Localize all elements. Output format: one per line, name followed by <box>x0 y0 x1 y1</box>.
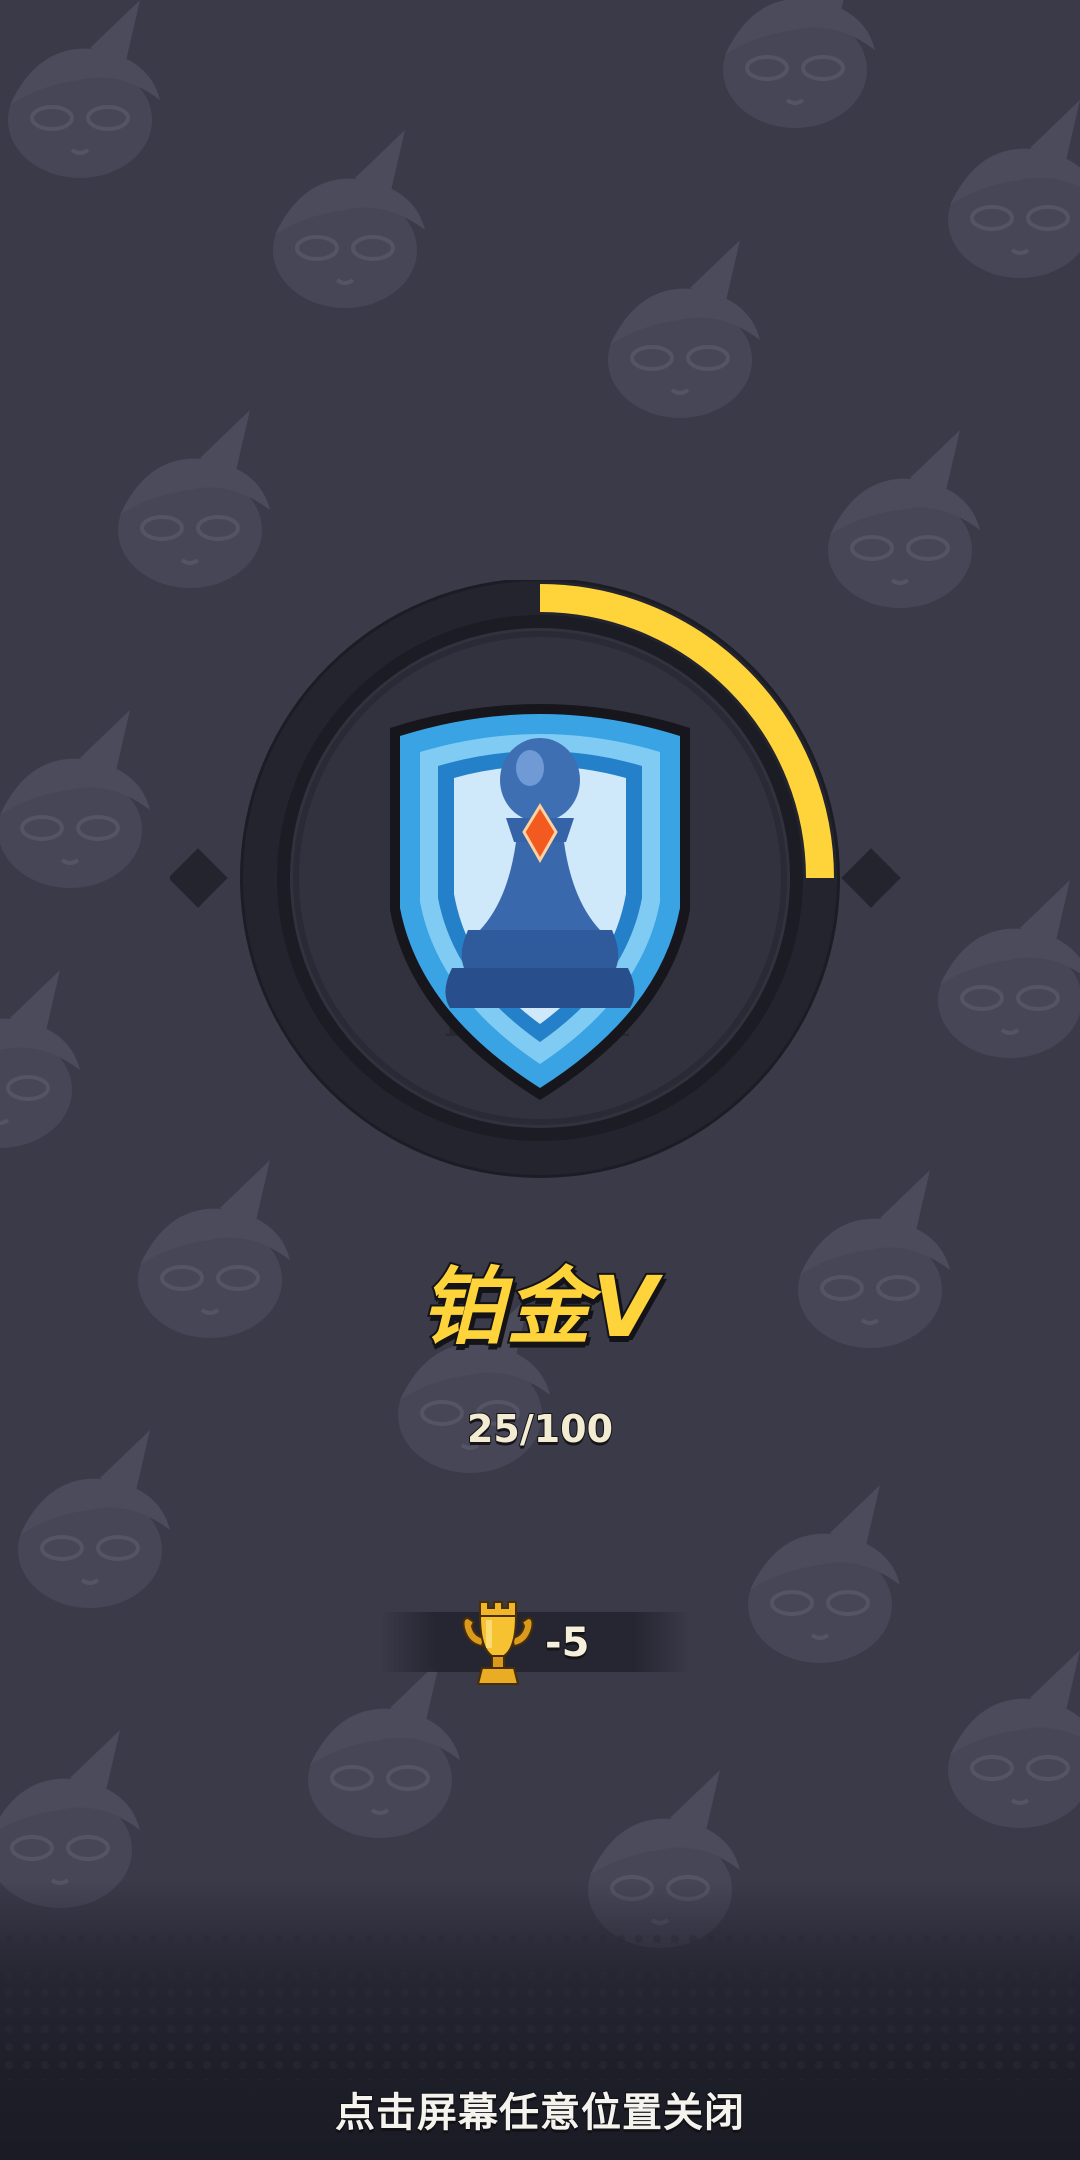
rook-trophy-icon <box>462 1601 534 1685</box>
tap-anywhere-to-close-hint[interactable]: 点击屏幕任意位置关闭 <box>0 2080 1080 2138</box>
rank-title: 铂金V <box>418 1256 660 1358</box>
rank-result-screen[interactable]: RO GHT 铂金V 25/100 <box>0 0 1080 2160</box>
bottom-halftone-pattern <box>0 1930 1080 2080</box>
rank-progress-ring: RO GHT <box>170 580 901 1178</box>
rank-progress-label: 25/100 <box>466 1406 614 1452</box>
trophy-change-value: -5 <box>544 1619 590 1667</box>
trophy-change-bar <box>380 1612 690 1672</box>
left-diamond-ornament <box>170 848 228 908</box>
right-diamond-ornament <box>841 848 901 908</box>
